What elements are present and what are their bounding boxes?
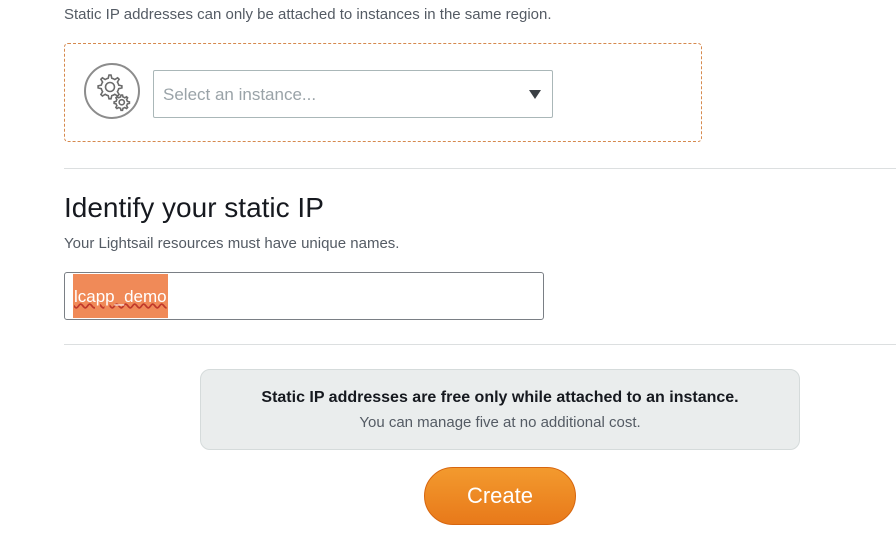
attach-instance-panel: Select an instance... [64, 43, 702, 142]
identify-section-hint: Your Lightsail resources must have uniqu… [64, 235, 400, 252]
section-divider [64, 344, 896, 345]
section-divider [64, 168, 896, 169]
instance-select-placeholder: Select an instance... [163, 85, 317, 104]
gears-icon [84, 63, 140, 119]
instance-select[interactable]: Select an instance... [153, 70, 553, 118]
chevron-down-icon [529, 90, 541, 99]
pricing-info-title: Static IP addresses are free only while … [261, 389, 739, 406]
static-ip-name-value: lcapp_demo [73, 274, 168, 318]
pricing-info-box: Static IP addresses are free only while … [200, 369, 800, 450]
create-static-ip-page: Static IP addresses can only be attached… [0, 0, 896, 549]
identify-section-title: Identify your static IP [64, 192, 324, 223]
static-ip-name-text: lcapp_demo [74, 287, 167, 306]
region-note: Static IP addresses can only be attached… [64, 6, 552, 23]
create-button[interactable]: Create [424, 467, 576, 525]
static-ip-name-input[interactable]: lcapp_demo [64, 272, 544, 320]
pricing-info-subtitle: You can manage five at no additional cos… [359, 414, 641, 431]
